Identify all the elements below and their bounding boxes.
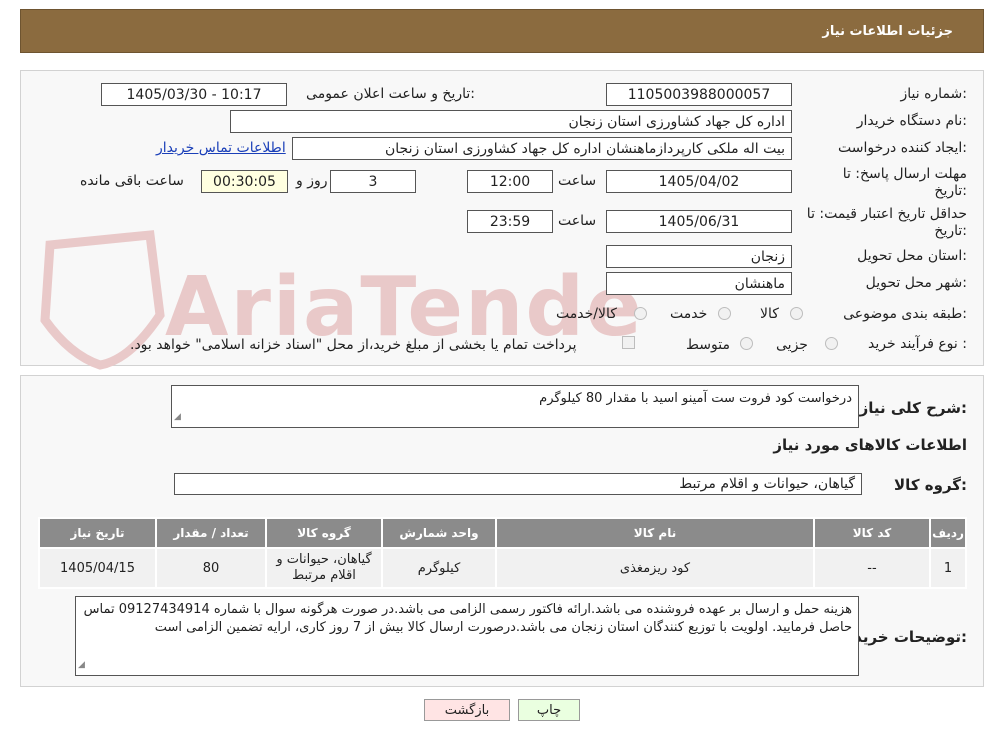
- description-textarea: درخواست کود فروت ست آمینو اسید با مقدار …: [171, 385, 859, 428]
- col-header-row-number: ردیف: [929, 517, 967, 549]
- need-number-field: 1105003988000057: [606, 83, 792, 106]
- announce-field: 1405/03/30 - 10:17: [101, 83, 287, 106]
- remaining-label: ساعت باقی مانده: [80, 173, 184, 189]
- category-radio-goods[interactable]: [790, 307, 803, 320]
- province-label: استان محل تحویل:: [857, 248, 967, 264]
- days-label: روز و: [296, 173, 328, 189]
- price-valid-time-field: 23:59: [467, 210, 553, 233]
- print-button[interactable]: چاپ: [518, 699, 580, 721]
- deadline-label: مهلت ارسال پاسخ: تا: [842, 166, 967, 182]
- buyer-notes-textarea: هزینه حمل و ارسال بر عهده فروشنده می باش…: [75, 596, 859, 676]
- goods-group-label: گروه کالا:: [894, 476, 967, 494]
- cell-quantity: 80: [155, 547, 267, 589]
- category-radio-goods-service[interactable]: [634, 307, 647, 320]
- creator-label: ایجاد کننده درخواست:: [838, 140, 967, 156]
- treasury-checkbox[interactable]: [622, 336, 635, 349]
- category-label: طبقه بندی موضوعی:: [843, 306, 967, 322]
- price-valid-date-field: 1405/06/31: [606, 210, 792, 233]
- items-table: ردیف کد کالا نام کالا واحد شمارش گروه کا…: [38, 517, 967, 589]
- process-label: نوع فرآیند خرید :: [868, 336, 967, 352]
- deadline-time-field: 12:00: [467, 170, 553, 193]
- announce-label: تاریخ و ساعت اعلان عمومی:: [306, 86, 475, 102]
- col-header-group: گروه کالا: [265, 517, 383, 549]
- cell-group: گیاهان، حیوانات و اقلام مرتبط: [265, 547, 383, 589]
- col-header-need-date: تاریخ نیاز: [38, 517, 157, 549]
- price-valid-label-date: تاریخ:: [934, 223, 967, 239]
- page-title: جزئیات اطلاعات نیاز: [822, 23, 953, 39]
- col-header-name: نام کالا: [495, 517, 815, 549]
- remaining-time-field: 00:30:05: [201, 170, 288, 193]
- col-header-unit: واحد شمارش: [381, 517, 497, 549]
- resize-grip-icon[interactable]: ◢: [78, 656, 85, 674]
- back-button[interactable]: بازگشت: [424, 699, 510, 721]
- buyer-notes-label: توضیحات خریدار:: [840, 628, 967, 646]
- cell-need-date: 1405/04/15: [38, 547, 157, 589]
- days-remaining-field: 3: [330, 170, 416, 193]
- category-option-goods-service: کالا/خدمت: [556, 306, 617, 322]
- description-text: درخواست کود فروت ست آمینو اسید با مقدار …: [539, 391, 852, 406]
- process-option-minor: جزیی: [776, 337, 808, 353]
- goods-group-field: گیاهان، حیوانات و اقلام مرتبط: [174, 473, 862, 495]
- resize-grip-icon[interactable]: ◢: [174, 408, 181, 426]
- items-table-wrap: ردیف کد کالا نام کالا واحد شمارش گروه کا…: [38, 517, 967, 589]
- buyer-org-label: نام دستگاه خریدار:: [856, 113, 967, 129]
- cell-code: --: [813, 547, 931, 589]
- cell-name: کود ریزمغذی: [495, 547, 815, 589]
- city-label: شهر محل تحویل:: [865, 275, 967, 291]
- process-radio-medium[interactable]: [740, 337, 753, 350]
- buyer-notes-text: هزینه حمل و ارسال بر عهده فروشنده می باش…: [83, 602, 852, 635]
- treasury-note: پرداخت تمام یا بخشی از مبلغ خرید،از محل …: [130, 337, 577, 353]
- price-valid-time-label: ساعت: [558, 213, 597, 229]
- deadline-label-date: تاریخ:: [934, 183, 967, 199]
- province-field: زنجان: [606, 245, 792, 268]
- price-valid-label: حداقل تاریخ اعتبار قیمت: تا: [806, 206, 967, 222]
- page-header: جزئیات اطلاعات نیاز: [20, 9, 984, 53]
- table-header-row: ردیف کد کالا نام کالا واحد شمارش گروه کا…: [38, 517, 967, 549]
- table-row: 1 -- کود ریزمغذی کیلوگرم گیاهان، حیوانات…: [38, 547, 967, 589]
- buyer-org-field: اداره کل جهاد کشاورزی استان زنجان: [230, 110, 792, 133]
- cell-row-number: 1: [929, 547, 967, 589]
- city-field: ماهنشان: [606, 272, 792, 295]
- category-radio-service[interactable]: [718, 307, 731, 320]
- col-header-code: کد کالا: [813, 517, 931, 549]
- col-header-quantity: تعداد / مقدار: [155, 517, 267, 549]
- category-option-service: خدمت: [670, 306, 708, 322]
- need-number-label: شماره نیاز:: [900, 86, 967, 102]
- process-radio-minor[interactable]: [825, 337, 838, 350]
- buyer-contact-link[interactable]: اطلاعات تماس خریدار: [156, 140, 286, 156]
- cell-unit: کیلوگرم: [381, 547, 497, 589]
- goods-section-title: اطلاعات کالاهای مورد نیاز: [773, 436, 967, 454]
- deadline-date-field: 1405/04/02: [606, 170, 792, 193]
- deadline-time-label: ساعت: [558, 173, 597, 189]
- process-option-medium: متوسط: [686, 337, 730, 353]
- category-option-goods: کالا: [760, 306, 779, 322]
- description-label: شرح کلی نیاز:: [859, 399, 967, 417]
- creator-field: بیت اله ملکی کارپردازماهنشان اداره کل جه…: [292, 137, 792, 160]
